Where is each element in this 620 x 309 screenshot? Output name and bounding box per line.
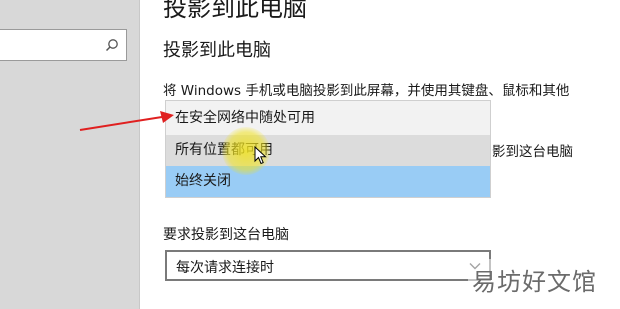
search-icon[interactable]	[105, 38, 119, 52]
search-input[interactable]	[0, 29, 127, 61]
pairing-label: 要求投影到这台电脑	[163, 227, 289, 243]
red-arrow-annotation	[79, 111, 174, 131]
pairing-select-value: 每次请求连接时	[176, 260, 274, 276]
dropdown-option-everywhere[interactable]: 所有位置都可用	[166, 135, 490, 166]
dropdown-option-always-off[interactable]: 始终关闭	[166, 166, 490, 197]
description-text: 将 Windows 手机或电脑投影到此屏幕，并使用其键盘、鼠标和其他	[163, 83, 570, 99]
pairing-select[interactable]: 每次请求连接时	[165, 250, 491, 281]
mouse-pointer-icon	[254, 146, 267, 165]
sidebar	[0, 0, 140, 309]
availability-dropdown-list: 在安全网络中随处可用 所有位置都可用 始终关闭	[165, 100, 491, 198]
dropdown-option-secure-networks[interactable]: 在安全网络中随处可用	[166, 103, 490, 134]
page-title: 投影到此电脑	[163, 0, 307, 22]
section-title: 投影到此电脑	[163, 40, 271, 61]
description-continued-text: 影到这台电脑	[492, 144, 573, 160]
watermark: 易坊好文馆	[472, 268, 597, 296]
